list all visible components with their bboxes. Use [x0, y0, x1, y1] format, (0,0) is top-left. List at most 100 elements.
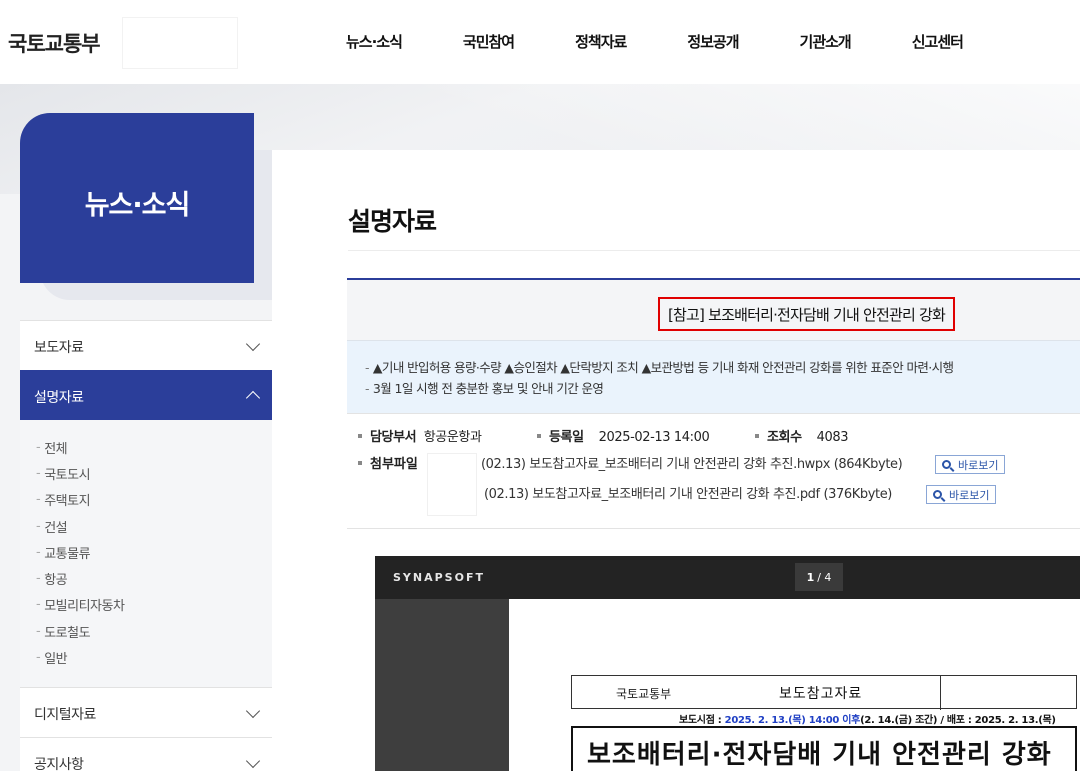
chevron-down-icon: [245, 336, 261, 352]
search-icon: [933, 490, 942, 499]
main-content: 설명자료 [참고] 보조배터리·전자담배 기내 안전관리 강화 - ▲기내 반입허…: [272, 150, 1080, 771]
submenu-label: 교통물류: [44, 546, 91, 562]
submenu-item-general[interactable]: - 일반: [20, 644, 272, 670]
sidebar-menu: 보도자료 설명자료 - 전체 - 국토도시 - 주택토지 - 건설 - 교통물류 - 항공 …: [20, 320, 272, 771]
submenu-label: 모빌리티자동차: [44, 599, 125, 615]
dash-icon: -: [36, 623, 41, 639]
file-type-icon: [427, 453, 477, 516]
meta-label: 조회수: [767, 430, 802, 445]
site-logo[interactable]: 국토교통부: [8, 28, 101, 58]
sidebar-item-label: 보도자료: [34, 340, 84, 356]
view-button-label: 바로보기: [958, 458, 999, 472]
article-view: [참고] 보조배터리·전자담배 기내 안전관리 강화 - ▲기내 반입허용 용량·…: [347, 278, 1080, 529]
attachment-label-text: 첨부파일: [370, 457, 418, 472]
sidebar-title-card: 뉴스·소식: [20, 113, 254, 283]
article-title: [참고] 보조배터리·전자담배 기내 안전관리 강화: [658, 297, 955, 331]
chevron-up-icon: [245, 390, 261, 406]
viewer-page-indicator[interactable]: 1/ 4: [795, 563, 843, 591]
file-size: (376Kbyte): [823, 487, 892, 502]
sidebar-item-label: 설명자료: [34, 390, 84, 406]
nav-news[interactable]: 뉴스·소식: [346, 31, 403, 53]
chevron-down-icon: [245, 753, 261, 768]
release-prefix: 보도시점 :: [679, 715, 725, 726]
submenu-item-road-rail[interactable]: - 도로철도: [20, 618, 272, 644]
sidebar-title: 뉴스·소식: [84, 190, 191, 221]
release-time: 2025. 2. 13.(목) 14:00 이후: [724, 715, 861, 726]
file-name: (02.13) 보도참고자료_보조배터리 기내 안전관리 강화 추진.pdf: [484, 487, 820, 502]
nav-disclosure[interactable]: 정보공개: [687, 31, 739, 53]
viewer-brand: SYNAPSOFT: [393, 571, 485, 584]
title-divider: [348, 250, 1080, 251]
summary-text: 3월 1일 시행 전 충분한 홍보 및 안내 기간 운영: [372, 381, 604, 396]
meta-value: 4083: [816, 430, 849, 445]
bullet-icon: [755, 433, 759, 438]
sidebar-item-digital[interactable]: 디지털자료: [20, 686, 272, 737]
dash-icon: -: [365, 381, 370, 396]
nav-report[interactable]: 신고센터: [912, 31, 964, 53]
doc-kind: 보도참고자료: [779, 686, 863, 702]
view-button-label: 바로보기: [949, 488, 990, 502]
meta-value: 항공운항과: [423, 430, 482, 445]
dash-icon: -: [36, 650, 41, 666]
nav-policy[interactable]: 정책자료: [575, 31, 627, 53]
global-nav: 뉴스·소식 국민참여 정책자료 정보공개 기관소개 신고센터: [346, 31, 1024, 53]
doc-title-box: 보조배터리·전자담배 기내 안전관리 강화: [571, 726, 1077, 771]
view-button-pdf[interactable]: 바로보기: [926, 485, 997, 504]
doc-release-info: 보도시점 : 2025. 2. 13.(목) 14:00 이후(2. 14.(금…: [679, 711, 1056, 726]
bullet-icon: [358, 460, 362, 465]
doc-org: 국토교통부: [616, 687, 672, 701]
article-header: [참고] 보조배터리·전자담배 기내 안전관리 강화: [347, 278, 1080, 340]
summary-text: ▲기내 반입허용 용량·수량 ▲승인절차 ▲단락방지 조치 ▲보관방법 등 기내…: [372, 360, 954, 375]
submenu-label: 주택토지: [44, 494, 91, 510]
viewer-document-page[interactable]: 국토교통부 보도참고자료 보도시점 : 2025. 2. 13.(목) 14:0…: [509, 599, 1080, 771]
meta-date: 등록일 2025-02-13 14:00: [537, 426, 710, 445]
dash-icon: -: [36, 492, 41, 508]
summary-line: - ▲기내 반입허용 용량·수량 ▲승인절차 ▲단락방지 조치 ▲보관방법 등 기…: [365, 357, 1080, 378]
doc-header-divider: [940, 676, 941, 710]
sidebar-submenu: - 전체 - 국토도시 - 주택토지 - 건설 - 교통물류 - 항공 - 모빌리티자동차 -…: [20, 420, 272, 687]
dash-icon: -: [36, 439, 41, 455]
attachment-link-pdf[interactable]: (02.13) 보도참고자료_보조배터리 기내 안전관리 강화 추진.pdf (…: [484, 483, 892, 502]
search-icon: [942, 460, 951, 469]
submenu-label: 도로철도: [44, 625, 91, 641]
file-name: (02.13) 보도참고자료_보조배터리 기내 안전관리 강화 추진.hwpx: [481, 457, 831, 472]
submenu-item-construction[interactable]: - 건설: [20, 513, 272, 539]
meta-value: 2025-02-13 14:00: [598, 430, 710, 445]
sidebar-item-label: 공지사항: [34, 756, 84, 771]
dash-icon: -: [36, 571, 41, 587]
attachment-link-hwpx[interactable]: (02.13) 보도참고자료_보조배터리 기내 안전관리 강화 추진.hwpx …: [481, 453, 903, 472]
meta-views: 조회수 4083: [755, 426, 849, 445]
bullet-icon: [358, 433, 362, 438]
nav-about[interactable]: 기관소개: [800, 31, 852, 53]
meta-label: 등록일: [549, 430, 584, 445]
submenu-item-mobility[interactable]: - 모빌리티자동차: [20, 592, 272, 618]
dash-icon: -: [365, 360, 370, 375]
viewer-toolbar: SYNAPSOFT 1/ 4: [375, 556, 1080, 599]
submenu-item-all[interactable]: - 전체: [20, 434, 272, 460]
document-viewer: SYNAPSOFT 1/ 4 국토교통부 보도참고자료 보도시점 : 2025.…: [375, 556, 1080, 771]
sidebar-item-label: 디지털자료: [34, 706, 96, 723]
sidebar-item-notice[interactable]: 공지사항: [20, 736, 272, 771]
attachment-label: 첨부파일: [358, 453, 418, 472]
sidebar-item-press-release[interactable]: 보도자료: [20, 320, 272, 370]
bullet-icon: [537, 433, 541, 438]
viewer-thumbnail-panel[interactable]: [375, 599, 509, 771]
page: 국토교통부 뉴스·소식 국민참여 정책자료 정보공개 기관소개 신고센터 뉴스·…: [0, 0, 1080, 771]
meta-label: 담당부서: [370, 430, 417, 445]
sidebar-item-explanation[interactable]: 설명자료: [20, 370, 272, 420]
nav-participation[interactable]: 국민참여: [463, 31, 515, 53]
file-size: (864Kbyte): [833, 457, 903, 472]
submenu-label: 일반: [44, 652, 68, 668]
submenu-label: 항공: [44, 573, 68, 589]
submenu-item-logistics[interactable]: - 교통물류: [20, 539, 272, 565]
submenu-label: 국토도시: [44, 467, 91, 483]
attachment-list: 첨부파일 (02.13) 보도참고자료_보조배터리 기내 안전관리 강화 추진.…: [347, 453, 1080, 529]
article-meta: 담당부서 항공운항과 등록일 2025-02-13 14:00 조회수 4083: [347, 413, 1080, 453]
doc-header-box: 국토교통부 보도참고자료: [571, 675, 1077, 710]
dash-icon: -: [36, 518, 41, 534]
submenu-item-aviation[interactable]: - 항공: [20, 565, 272, 591]
submenu-item-housing[interactable]: - 주택토지: [20, 487, 272, 513]
view-button-hwpx[interactable]: 바로보기: [935, 455, 1006, 474]
submenu-item-urban[interactable]: - 국토도시: [20, 460, 272, 486]
submenu-label: 전체: [44, 441, 68, 457]
